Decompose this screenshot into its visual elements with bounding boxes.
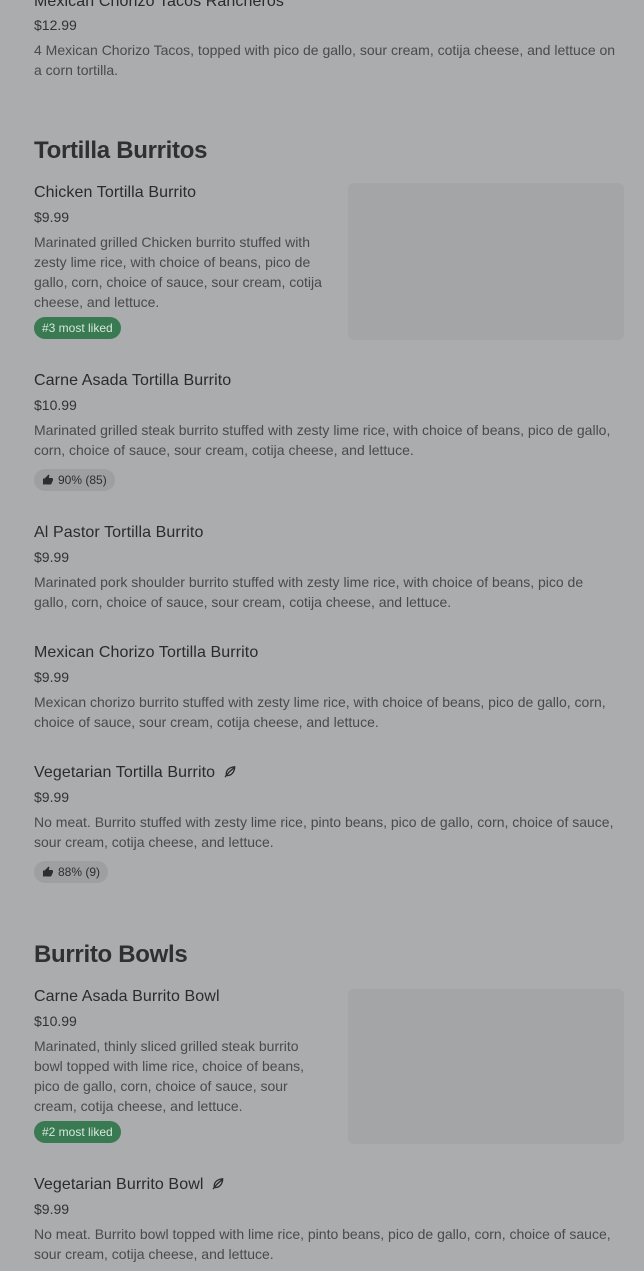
item-description: Mexican chorizo burrito stuffed with zes… xyxy=(34,694,606,730)
item-price: $9.99 xyxy=(34,549,70,565)
item-description: 4 Mexican Chorizo Tacos, topped with pic… xyxy=(34,42,616,78)
leaf-icon xyxy=(212,1178,224,1190)
item-name: Carne Asada Tortilla Burrito xyxy=(34,372,232,389)
item-description: No meat. Burrito stuffed with zesty lime… xyxy=(34,814,614,850)
item-name: Vegetarian Burrito Bowl xyxy=(34,1176,204,1193)
rating-badge: 88% (9) xyxy=(34,861,109,883)
item-description: Marinated pork shoulder burrito stuffed … xyxy=(34,574,584,610)
item-image xyxy=(348,989,624,1144)
item-price: $9.99 xyxy=(34,209,70,225)
rating-badge: 90% (85) xyxy=(34,469,115,491)
item-price: $9.99 xyxy=(34,669,70,685)
most-liked-badge: #2 most liked xyxy=(34,1121,121,1143)
item-image xyxy=(348,183,624,340)
rating-text: 90% (85) xyxy=(58,473,107,487)
item-description: Marinated grilled Chicken burrito stuffe… xyxy=(34,234,322,310)
item-price: $10.99 xyxy=(34,397,77,413)
item-description: No meat. Burrito bowl topped with lime r… xyxy=(34,1226,611,1262)
item-name: Mexican Chorizo Tacos Rancheros xyxy=(34,0,285,10)
item-name-row: Vegetarian Tortilla Burrito xyxy=(34,764,237,782)
rating-text: 88% (9) xyxy=(58,865,101,879)
thumbs-up-icon xyxy=(43,474,53,485)
item-price: $10.99 xyxy=(34,1013,77,1029)
leaf-icon xyxy=(224,766,236,778)
item-price: $12.99 xyxy=(34,17,77,33)
section-title-tortilla-burritos: Tortilla Burritos xyxy=(34,137,208,164)
item-name: Chicken Tortilla Burrito xyxy=(34,184,197,201)
item-name-row: Vegetarian Burrito Bowl xyxy=(34,1176,225,1194)
thumbs-up-icon xyxy=(43,866,53,877)
item-description: Marinated, thinly sliced grilled steak b… xyxy=(34,1038,305,1114)
item-description: Marinated grilled steak burrito stuffed … xyxy=(34,422,611,458)
item-price: $9.99 xyxy=(34,1201,70,1217)
item-name: Carne Asada Burrito Bowl xyxy=(34,988,220,1005)
item-name: Vegetarian Tortilla Burrito xyxy=(34,764,216,781)
item-name: Al Pastor Tortilla Burrito xyxy=(34,524,204,541)
section-title-burrito-bowls: Burrito Bowls xyxy=(34,941,188,968)
item-name: Mexican Chorizo Tortilla Burrito xyxy=(34,644,259,661)
most-liked-badge: #3 most liked xyxy=(34,317,121,339)
item-price: $9.99 xyxy=(34,789,70,805)
